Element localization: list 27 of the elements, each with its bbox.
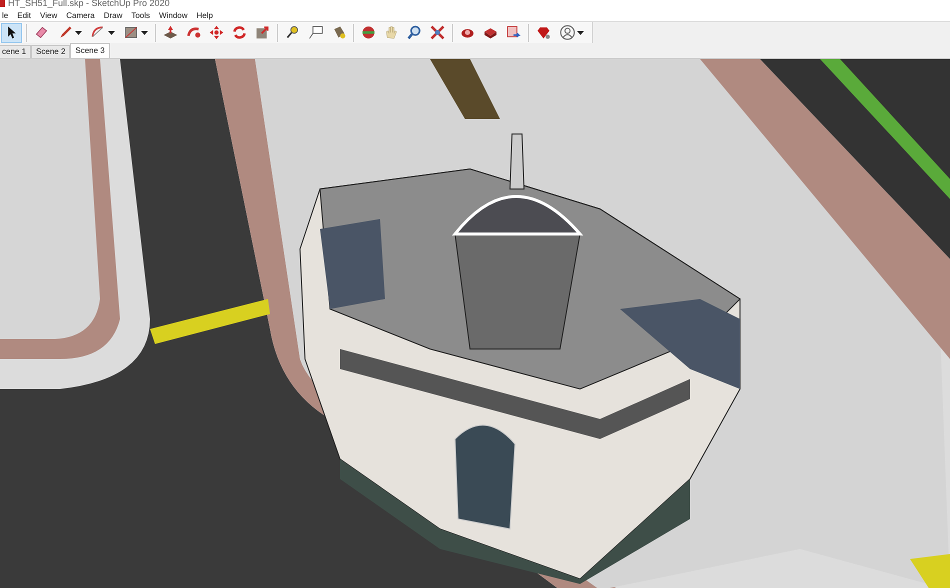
caret-icon <box>577 30 584 35</box>
caret-icon <box>75 30 82 35</box>
tool-button[interactable] <box>1 22 22 43</box>
rotate-icon <box>231 24 248 42</box>
scene-tab[interactable]: Scene 2 <box>31 44 70 58</box>
building-drawing[interactable] <box>300 133 741 584</box>
menu-item[interactable]: Help <box>192 10 218 20</box>
menu-item[interactable]: Draw <box>100 10 128 20</box>
caret-icon <box>108 30 115 35</box>
menu-item[interactable]: le <box>0 10 14 20</box>
menu-item[interactable]: Edit <box>13 10 36 20</box>
menu-item[interactable]: Tools <box>127 10 156 20</box>
scene-tab[interactable]: Scene 3 <box>70 42 110 58</box>
move-icon <box>208 24 225 42</box>
zoom-extents-icon <box>429 24 446 42</box>
caret-icon <box>141 30 148 35</box>
hand-icon <box>383 24 400 42</box>
scale-icon <box>254 24 271 42</box>
menu-item[interactable]: Window <box>155 10 192 20</box>
zoom-icon <box>406 24 423 42</box>
user-icon <box>559 24 576 42</box>
app-icon <box>0 0 5 8</box>
menu-item[interactable]: Camera <box>62 10 100 20</box>
scene-tab[interactable]: cene 1 <box>0 44 32 58</box>
orbit-icon <box>360 24 377 42</box>
menu-item[interactable]: View <box>36 10 62 20</box>
push-pull-icon <box>162 24 179 42</box>
